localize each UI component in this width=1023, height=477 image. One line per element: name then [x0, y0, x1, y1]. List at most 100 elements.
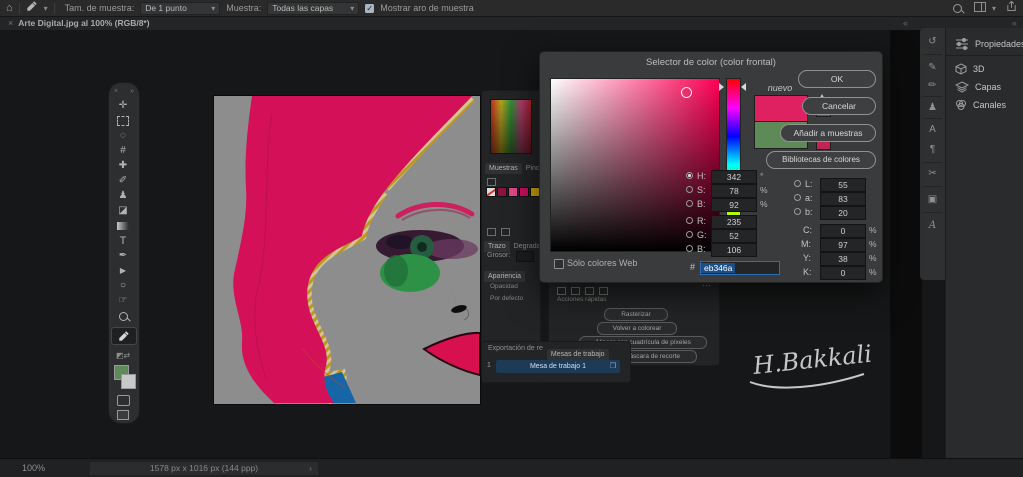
g-input[interactable]: 52 — [711, 229, 757, 243]
mask-icon[interactable] — [585, 287, 594, 295]
radio-b[interactable] — [686, 200, 693, 207]
k-input[interactable]: 0 — [820, 266, 866, 280]
cancel-button[interactable]: Cancelar — [802, 97, 876, 115]
swatch[interactable] — [508, 187, 518, 197]
zoom-tool[interactable] — [109, 309, 137, 323]
home-icon[interactable]: ⌂ — [6, 2, 13, 15]
close-tab-icon[interactable]: × — [8, 17, 13, 30]
radio-bb[interactable] — [686, 245, 693, 252]
l-input[interactable]: 55 — [820, 178, 866, 192]
fill-icon[interactable] — [571, 287, 580, 295]
radio-h[interactable] — [686, 172, 693, 179]
collapse-dock-icon[interactable]: « — [903, 17, 908, 30]
color-libraries-button[interactable]: Bibliotecas de colores — [766, 151, 876, 169]
status-chevron-icon[interactable]: › — [309, 462, 312, 475]
tab-stroke[interactable]: Trazo — [484, 241, 510, 252]
add-to-swatches-button[interactable]: Añadir a muestras — [780, 124, 876, 142]
transform-icon[interactable] — [557, 287, 566, 295]
lasso-tool[interactable]: ◌ — [109, 129, 137, 143]
panel-tab-properties[interactable]: Propiedades — [946, 32, 1023, 56]
glyphs-panel-icon[interactable]: A — [920, 220, 945, 232]
swap-colors-icon[interactable]: ◩⇄ — [109, 349, 137, 363]
swatch[interactable] — [519, 187, 529, 197]
close-palette-icon[interactable]: × — [114, 87, 118, 97]
history-brush-icon[interactable]: ↺ — [920, 36, 945, 48]
paragraph-panel-icon[interactable]: ¶ — [920, 144, 945, 156]
color-field-marker[interactable] — [681, 87, 692, 98]
bb-input[interactable]: 106 — [711, 243, 757, 257]
tab-export[interactable]: Exportación de re — [484, 343, 547, 354]
brush-panel-icon[interactable]: ✎ — [920, 62, 945, 74]
saturation-brightness-field[interactable] — [550, 78, 720, 252]
type-tool[interactable]: T — [109, 234, 137, 248]
clone-source-icon[interactable]: ♟ — [920, 102, 945, 114]
shape-tool[interactable]: ○ — [109, 279, 137, 293]
radio-s[interactable] — [686, 186, 693, 193]
eyedropper-tool-icon[interactable] — [26, 0, 38, 17]
brush-tool[interactable]: ✐ — [109, 174, 137, 188]
appearance-row-default[interactable]: Por defecto — [490, 295, 523, 302]
sample-select[interactable]: Todas las capas ▾ — [267, 2, 359, 15]
document-info[interactable]: 1578 px x 1016 px (144 ppp) › — [90, 462, 318, 475]
crop-tool[interactable]: # — [109, 144, 137, 158]
radio-g[interactable] — [686, 231, 693, 238]
h-input[interactable]: 342 — [711, 170, 757, 184]
hand-tool[interactable]: ☞ — [109, 294, 137, 308]
lab-b-input[interactable]: 20 — [820, 206, 866, 220]
a-input[interactable]: 83 — [820, 192, 866, 206]
adjust-icon[interactable] — [599, 287, 608, 295]
radio-l[interactable] — [794, 180, 801, 187]
panel-tab-layers[interactable]: Capas — [946, 78, 1023, 96]
hue-slider-handle-right[interactable] — [741, 83, 746, 91]
share-icon[interactable] — [1006, 0, 1017, 17]
swatch-none[interactable] — [486, 187, 496, 197]
radio-a[interactable] — [794, 194, 801, 201]
radio-lab-b[interactable] — [794, 208, 801, 215]
y-input[interactable]: 38 — [820, 252, 866, 266]
appearance-row-opacity[interactable]: Opacidad — [490, 283, 518, 290]
mixer-brush-icon[interactable]: ✏ — [920, 80, 945, 92]
b-input[interactable]: 92 — [711, 198, 757, 212]
eraser-tool[interactable]: ◪ — [109, 204, 137, 218]
zoom-level[interactable]: 100% — [22, 462, 45, 475]
move-tool[interactable]: ✛ — [109, 99, 137, 113]
pen-tool[interactable]: ✒ — [109, 249, 137, 263]
path-select-tool[interactable]: ▶ — [109, 264, 137, 278]
screen-mode-button[interactable] — [109, 408, 137, 422]
clone-stamp-tool[interactable]: ♟ — [109, 189, 137, 203]
quick-action-recolor[interactable]: Volver a colorear — [597, 322, 677, 335]
quick-mask-button[interactable] — [109, 393, 137, 407]
web-colors-only-checkbox[interactable] — [554, 259, 564, 269]
expand-palette-icon[interactable]: » — [130, 87, 134, 97]
canvas[interactable] — [214, 96, 480, 404]
document-tab[interactable]: Arte Digital.jpg al 100% (RGB/8*) — [18, 17, 149, 30]
healing-brush-tool[interactable]: ✚ — [109, 159, 137, 173]
artboard-panel-icon[interactable]: ▣ — [920, 194, 945, 206]
tools-panel-icon[interactable]: ✂ — [920, 168, 945, 180]
workspace-icon[interactable] — [974, 0, 986, 17]
m-input[interactable]: 97 — [820, 238, 866, 252]
search-icon[interactable] — [953, 4, 962, 13]
background-color-swatch[interactable] — [121, 374, 136, 389]
show-sampling-ring-checkbox[interactable]: ✓ — [365, 4, 374, 13]
ok-button[interactable]: OK — [798, 70, 876, 88]
panel-tab-3d[interactable]: 3D — [946, 60, 1023, 78]
marquee-tool[interactable] — [109, 114, 137, 128]
tab-appearance[interactable]: Apariencia — [484, 271, 525, 282]
radio-r[interactable] — [686, 217, 693, 224]
hex-input[interactable]: eb346a — [700, 261, 780, 275]
quick-action-rasterize[interactable]: Rasterizar — [604, 308, 668, 321]
r-input[interactable]: 235 — [711, 215, 757, 229]
workspace-chevron-icon[interactable]: ▾ — [992, 4, 996, 13]
gradient-tool[interactable] — [109, 219, 137, 233]
color-spectrum[interactable] — [490, 99, 532, 154]
tool-preset-chevron-icon[interactable]: ▾ — [44, 4, 48, 13]
sample-size-select[interactable]: De 1 punto ▾ — [140, 2, 220, 15]
s-input[interactable]: 78 — [711, 184, 757, 198]
swatch[interactable] — [497, 187, 507, 197]
c-input[interactable]: 0 — [820, 224, 866, 238]
hue-slider-handle-left[interactable] — [719, 83, 724, 91]
eyedropper-tool-selected[interactable] — [111, 327, 137, 345]
character-panel-icon[interactable]: A — [920, 124, 945, 136]
stroke-weight-input[interactable] — [516, 251, 534, 262]
